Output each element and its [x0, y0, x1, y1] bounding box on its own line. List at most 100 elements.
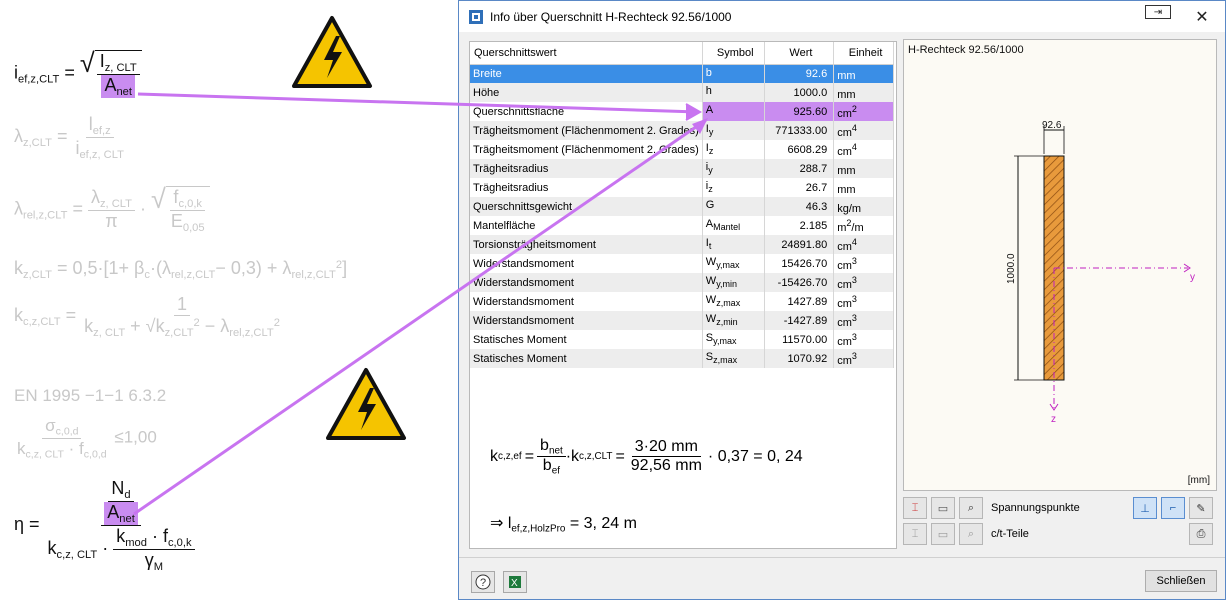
- close-button[interactable]: Schließen: [1145, 570, 1217, 592]
- formula-effective-length: ⇒ lef,z,HolzPro = 3, 24 m: [490, 514, 637, 535]
- section-preview: H-Rechteck 92.56/1000 92.6 1000.0 y z [m…: [903, 39, 1217, 491]
- row-name: Trägheitsmoment (Flächenmoment 2. Grades…: [470, 121, 703, 140]
- table-row[interactable]: Trägheitsradius iy 288.7 mm: [470, 159, 894, 178]
- dialog-title: Info über Querschnitt H-Rechteck 92.56/1…: [490, 9, 732, 24]
- ct-parts-label: c/t-Teile: [991, 528, 1029, 540]
- table-row[interactable]: Trägheitsmoment (Flächenmoment 2. Grades…: [470, 140, 894, 159]
- row-symbol: Sy,max: [702, 330, 765, 349]
- a-net-highlight-top: Anet: [101, 74, 135, 98]
- y-axis-label: y: [1190, 272, 1195, 283]
- row-unit: cm3: [833, 292, 894, 311]
- row-value: 24891.80: [764, 235, 835, 254]
- table-row[interactable]: Mantelfläche AMantel 2.185 m2/m: [470, 216, 894, 235]
- row-name: Querschnittsfläche: [470, 102, 703, 121]
- formula-utilization: η = Nd Anet kc,z, CLT · kmod · fc,0,k γM: [14, 478, 198, 573]
- row-unit: m2/m: [833, 216, 894, 235]
- title-bar: Info über Querschnitt H-Rechteck 92.56/1…: [459, 1, 1225, 32]
- column-header-name[interactable]: Querschnittswert: [470, 42, 703, 65]
- section-values-table: Querschnittswert Symbol Wert Einheit Bre…: [470, 42, 894, 368]
- row-value: 925.60: [764, 102, 835, 121]
- table-row[interactable]: Torsionsträgheitsmoment It 24891.80 cm4: [470, 235, 894, 254]
- row-value: 2.185: [764, 216, 835, 235]
- column-header-symbol[interactable]: Symbol: [702, 42, 765, 65]
- row-name: Torsionsträgheitsmoment: [470, 235, 703, 254]
- table-row[interactable]: Querschnittsgewicht G 46.3 kg/m: [470, 197, 894, 216]
- warning-icon: [326, 368, 406, 440]
- height-dimension-label: 1000.0: [1006, 253, 1017, 284]
- row-symbol: h: [702, 83, 765, 102]
- row-symbol: Wy,min: [702, 273, 765, 292]
- table-row[interactable]: Statisches Moment Sz,max 1070.92 cm3: [470, 349, 894, 368]
- print-icon[interactable]: ⎙: [1189, 523, 1213, 545]
- svg-text:X: X: [511, 578, 518, 589]
- table-row[interactable]: Widerstandsmoment Wz,min -1427.89 cm3: [470, 311, 894, 330]
- ct-dimensions-icon[interactable]: ⌶: [903, 523, 927, 545]
- ct-zoom-icon[interactable]: ⌕: [959, 523, 983, 545]
- row-unit: cm4: [833, 140, 894, 159]
- row-value: 1000.0: [764, 83, 835, 102]
- row-unit: cm4: [833, 121, 894, 140]
- row-symbol: It: [702, 235, 765, 254]
- table-row[interactable]: Widerstandsmoment Wy,max 15426.70 cm3: [470, 254, 894, 273]
- row-unit: mm: [833, 83, 894, 102]
- row-value: 11570.00: [764, 330, 835, 349]
- table-row[interactable]: Breite b 92.6 mm: [470, 64, 894, 83]
- row-symbol: Wy,max: [702, 254, 765, 273]
- row-symbol: G: [702, 197, 765, 216]
- row-value: 1427.89: [764, 292, 835, 311]
- warning-icon: [292, 16, 372, 88]
- row-name: Trägheitsradius: [470, 178, 703, 197]
- norm-reference: EN 1995 −1−1 6.3.2: [14, 386, 167, 405]
- formula-relative-slenderness: λrel,z,CLT = λz, CLT π · √ fc,0,k E0,05: [14, 186, 210, 234]
- numbering-icon[interactable]: ▭: [931, 497, 955, 519]
- row-value: 6608.29: [764, 140, 835, 159]
- row-name: Querschnittsgewicht: [470, 197, 703, 216]
- table-row[interactable]: Widerstandsmoment Wz,max 1427.89 cm3: [470, 292, 894, 311]
- table-row[interactable]: Trägheitsradius iz 26.7 mm: [470, 178, 894, 197]
- info-icon: [469, 9, 483, 24]
- ct-numbering-icon[interactable]: ▭: [931, 523, 955, 545]
- export-excel-icon[interactable]: X: [503, 571, 527, 593]
- row-name: Breite: [470, 64, 703, 83]
- coordinate-system-icon[interactable]: ⌐: [1161, 497, 1185, 519]
- row-symbol: Iz: [702, 140, 765, 159]
- row-name: Höhe: [470, 83, 703, 102]
- help-icon[interactable]: ?: [471, 571, 495, 593]
- row-symbol: iy: [702, 159, 765, 178]
- close-icon[interactable]: ✕: [1185, 1, 1219, 32]
- zoom-search-icon[interactable]: ⌕: [959, 497, 983, 519]
- dimensions-icon[interactable]: ⌶: [903, 497, 927, 519]
- row-unit: cm3: [833, 349, 894, 368]
- formula-k-factor: kz,CLT = 0,5·[1+ βc·(λrel,z,CLT− 0,3) + …: [14, 258, 348, 281]
- row-symbol: Sz,max: [702, 349, 765, 368]
- column-header-value[interactable]: Wert: [764, 42, 835, 65]
- table-row[interactable]: Statisches Moment Sy,max 11570.00 cm3: [470, 330, 894, 349]
- row-unit: cm3: [833, 311, 894, 330]
- ct-parts-toolbar: ⌶ ▭ ⌕ c/t-Teile ⎙: [903, 522, 1217, 546]
- cross-section-info-dialog: Info über Querschnitt H-Rechteck 92.56/1…: [458, 0, 1226, 600]
- column-header-unit[interactable]: Einheit: [833, 42, 894, 65]
- tools-icon[interactable]: ✎: [1189, 497, 1213, 519]
- window-restore-icon[interactable]: ⇥: [1145, 5, 1171, 19]
- row-value: 26.7: [764, 178, 835, 197]
- table-row[interactable]: Widerstandsmoment Wy,min -15426.70 cm3: [470, 273, 894, 292]
- row-unit: cm2: [833, 102, 894, 121]
- unit-label: [mm]: [1187, 475, 1210, 486]
- row-symbol: A: [702, 102, 765, 121]
- row-unit: cm4: [833, 235, 894, 254]
- table-row[interactable]: Höhe h 1000.0 mm: [470, 83, 894, 102]
- row-unit: mm: [833, 178, 894, 197]
- table-row[interactable]: Querschnittsfläche A 925.60 cm2: [470, 102, 894, 121]
- show-axes-icon[interactable]: ⊥: [1133, 497, 1157, 519]
- stress-points-toolbar: ⌶ ▭ ⌕ Spannungspunkte ⊥ ⌐ ✎: [903, 496, 1217, 520]
- table-row[interactable]: Trägheitsmoment (Flächenmoment 2. Grades…: [470, 121, 894, 140]
- preview-title: H-Rechteck 92.56/1000: [908, 44, 1024, 56]
- row-value: 92.6: [764, 64, 835, 83]
- row-unit: kg/m: [833, 197, 894, 216]
- row-value: 15426.70: [764, 254, 835, 273]
- stress-points-label: Spannungspunkte: [991, 502, 1080, 514]
- table-header-row: Querschnittswert Symbol Wert Einheit: [470, 42, 894, 65]
- row-name: Mantelfläche: [470, 216, 703, 235]
- formula-radius: ief,z,CLT = √ Iz, CLT Anet: [14, 50, 142, 98]
- width-dimension-label: 92.6: [1042, 120, 1062, 131]
